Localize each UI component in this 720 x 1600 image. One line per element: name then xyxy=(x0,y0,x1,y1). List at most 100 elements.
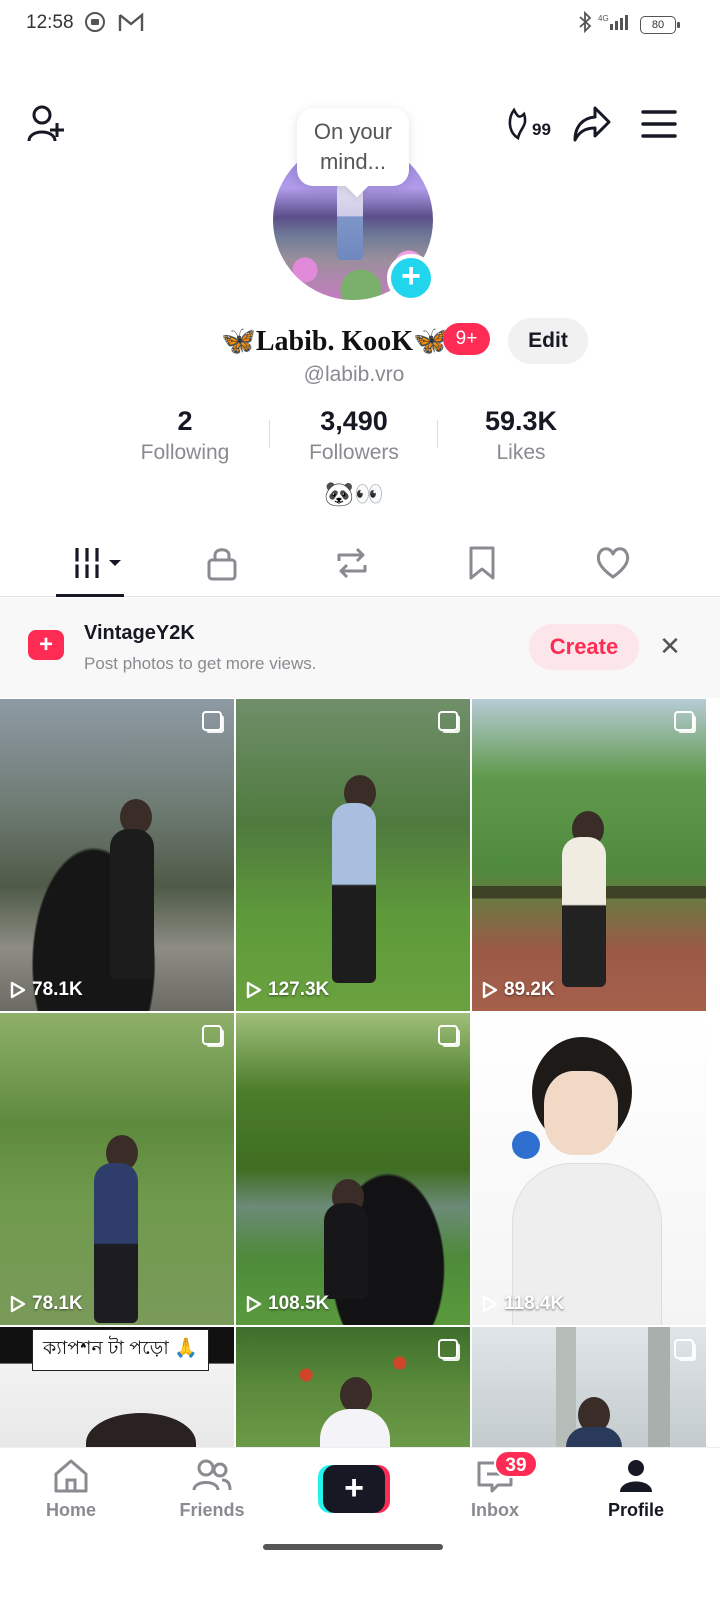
edit-profile-button[interactable]: Edit xyxy=(508,318,588,364)
friends-icon xyxy=(192,1459,232,1491)
home-icon xyxy=(54,1459,88,1493)
play-icon xyxy=(10,981,26,999)
promo-subtitle: Post photos to get more views. xyxy=(84,654,317,673)
stat-followers[interactable]: 3,490 Followers xyxy=(274,406,434,465)
nav-label: Home xyxy=(45,1500,96,1520)
tab-videos[interactable] xyxy=(48,530,148,597)
status-right: 4G 80 xyxy=(578,10,680,38)
view-count-text: 78.1K xyxy=(32,1293,83,1314)
bottom-nav: Home Friends + Inbox 39 Profile xyxy=(0,1447,720,1600)
username: @labib.vro xyxy=(303,363,405,386)
promo-title: VintageY2K xyxy=(84,622,195,644)
view-count: 108.5K xyxy=(246,1293,329,1315)
video-tile[interactable]: ক্যাপশন টা পড়ো 🙏 xyxy=(0,1327,234,1447)
view-count-text: 89.2K xyxy=(504,979,555,1000)
photo-promo-banner: + VintageY2K Post photos to get more vie… xyxy=(0,598,720,698)
home-indicator[interactable] xyxy=(263,1544,443,1550)
stat-value: 2 xyxy=(177,406,193,436)
play-icon xyxy=(10,1295,26,1313)
note-bubble[interactable]: On your mind... xyxy=(297,108,409,186)
streak-button[interactable]: 99 xyxy=(506,102,558,146)
notification-badge[interactable]: 9+ xyxy=(443,323,490,355)
view-count-text: 78.1K xyxy=(32,979,83,1000)
stat-label: Following xyxy=(140,441,230,464)
multi-photo-icon xyxy=(438,711,458,731)
view-count: 78.1K xyxy=(10,1293,83,1315)
view-count-text: 118.4K xyxy=(504,1293,565,1314)
stat-value: 59.3K xyxy=(484,406,558,436)
content-tabs xyxy=(0,530,720,597)
streak-count: 99 xyxy=(532,120,551,139)
multi-photo-icon xyxy=(438,1025,458,1045)
add-story-button[interactable]: + xyxy=(387,254,435,302)
view-count: 89.2K xyxy=(482,979,555,1001)
lock-icon xyxy=(207,548,237,581)
create-post-button[interactable]: + xyxy=(318,1465,390,1513)
media-icon xyxy=(84,11,106,38)
video-tile[interactable]: 118.4K xyxy=(472,1013,706,1325)
nav-friends[interactable]: Friends xyxy=(152,1448,272,1538)
tab-reposts[interactable] xyxy=(302,530,402,596)
plus-photo-icon: + xyxy=(28,630,64,660)
videos-icon xyxy=(75,548,121,578)
nav-label: Profile xyxy=(607,1500,664,1520)
profile-icon xyxy=(620,1460,652,1492)
video-tile[interactable]: 78.1K xyxy=(0,699,234,1011)
stat-likes[interactable]: 59.3K Likes xyxy=(441,406,601,465)
stat-label: Followers xyxy=(309,441,399,464)
play-icon xyxy=(482,981,498,999)
stat-value: 3,490 xyxy=(320,406,388,436)
gmail-icon xyxy=(118,11,144,38)
display-name: 🦋Labib. KooK🦋 xyxy=(221,326,448,357)
person-add-icon xyxy=(27,105,64,142)
video-tile[interactable]: 127.3K xyxy=(236,699,470,1011)
view-count-text: 108.5K xyxy=(268,1293,330,1314)
stat-label: Likes xyxy=(496,441,546,464)
status-bar: 12:58 4G 80 xyxy=(0,0,720,48)
stat-divider xyxy=(437,420,438,448)
video-tile[interactable]: 89.2K xyxy=(472,699,706,1011)
close-icon[interactable]: ✕ xyxy=(656,631,684,661)
menu-button[interactable] xyxy=(638,102,680,146)
view-count: 78.1K xyxy=(10,979,83,1001)
play-icon xyxy=(246,1295,262,1313)
signal-icon: 4G xyxy=(598,12,634,37)
video-tile[interactable]: 78.1K xyxy=(0,1013,234,1325)
hamburger-icon xyxy=(641,110,677,138)
stat-following[interactable]: 2 Following xyxy=(105,406,265,465)
multi-photo-icon xyxy=(674,1339,694,1359)
status-time: 12:58 xyxy=(26,12,74,33)
nav-label: Inbox xyxy=(471,1500,519,1520)
video-tile[interactable] xyxy=(236,1327,470,1447)
play-icon xyxy=(246,981,262,999)
bluetooth-icon xyxy=(578,10,592,38)
share-button[interactable] xyxy=(570,102,614,146)
play-icon xyxy=(482,1295,498,1313)
nav-label: Friends xyxy=(179,1500,245,1520)
add-friend-button[interactable] xyxy=(24,102,68,146)
video-tile[interactable] xyxy=(472,1327,706,1447)
tab-favorites[interactable] xyxy=(432,530,532,596)
multi-photo-icon xyxy=(438,1339,458,1359)
bio: 🐼👀 xyxy=(324,481,384,508)
video-grid: 78.1K 127.3K 89.2K 78.1K 108.5K 118.4K ক… xyxy=(0,699,720,1447)
nav-home[interactable]: Home xyxy=(11,1448,131,1538)
stat-divider xyxy=(269,420,270,448)
multi-photo-icon xyxy=(202,711,222,731)
battery-indicator: 80 xyxy=(640,15,680,34)
repost-icon xyxy=(337,547,367,579)
svg-text:4G: 4G xyxy=(598,14,609,23)
nav-profile[interactable]: Profile xyxy=(576,1448,696,1538)
view-count-text: 127.3K xyxy=(268,979,330,1000)
multi-photo-icon xyxy=(674,711,694,731)
video-tile[interactable]: 108.5K xyxy=(236,1013,470,1325)
tab-private[interactable] xyxy=(172,530,272,596)
view-count: 127.3K xyxy=(246,979,329,1001)
share-icon xyxy=(573,106,611,142)
plus-icon: + xyxy=(323,1465,385,1513)
create-button[interactable]: Create xyxy=(529,624,639,670)
multi-photo-icon xyxy=(202,1025,222,1045)
inbox-badge: 39 xyxy=(494,1450,538,1478)
view-count: 118.4K xyxy=(482,1293,564,1315)
tab-liked[interactable] xyxy=(563,530,663,596)
